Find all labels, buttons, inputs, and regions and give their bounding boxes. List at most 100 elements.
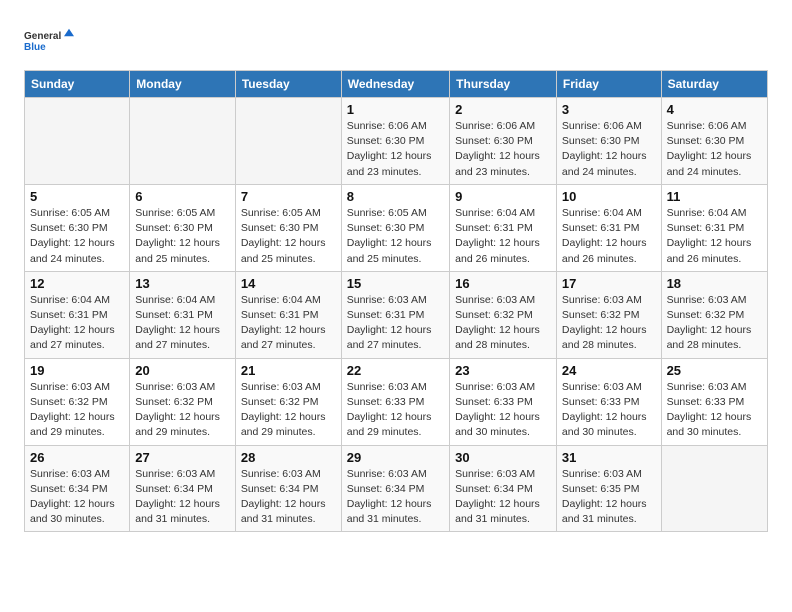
day-number: 24 [562, 363, 656, 378]
calendar-cell: 3Sunrise: 6:06 AM Sunset: 6:30 PM Daylig… [556, 98, 661, 185]
weekday-header-wednesday: Wednesday [341, 71, 449, 98]
calendar-cell: 2 Sunrise: 6:06 AM Sunset: 6:30 PM Daylig… [450, 98, 557, 185]
calendar-cell: 26Sunrise: 6:03 AM Sunset: 6:34 PM Dayli… [25, 445, 130, 532]
calendar-cell: 9 Sunrise: 6:04 AM Sunset: 6:31 PM Daylig… [450, 184, 557, 271]
calendar-cell [25, 98, 130, 185]
day-number: 10 [562, 189, 656, 204]
logo-icon: General Blue [24, 20, 74, 60]
day-number: 5 [30, 189, 124, 204]
day-number: 28 [241, 450, 336, 465]
calendar-cell: 22Sunrise: 6:03 AM Sunset: 6:33 PM Dayli… [341, 358, 449, 445]
calendar-cell: 31 Sunrise: 6:03 AM Sunset: 6:35 PM Dayli… [556, 445, 661, 532]
day-number: 16 [455, 276, 551, 291]
day-number: 25 [667, 363, 762, 378]
day-number: 30 [455, 450, 551, 465]
calendar-cell: 1 Sunrise: 6:06 AM Sunset: 6:30 PM Daylig… [341, 98, 449, 185]
calendar-cell: 24 Sunrise: 6:03 AM Sunset: 6:33 PM Dayli… [556, 358, 661, 445]
calendar-cell: 28 Sunrise: 6:03 AM Sunset: 6:34 PM Dayli… [235, 445, 341, 532]
calendar-cell [661, 445, 767, 532]
day-info: Sunrise: 6:03 AM Sunset: 6:33 PM Dayligh… [667, 380, 762, 441]
calendar-cell: 29 Sunrise: 6:03 AM Sunset: 6:34 PM Dayli… [341, 445, 449, 532]
day-number: 13 [135, 276, 230, 291]
weekday-header-sunday: Sunday [25, 71, 130, 98]
calendar-cell: 20 Sunrise: 6:03 AM Sunset: 6:32 PM Dayli… [130, 358, 236, 445]
calendar-cell: 13 Sunrise: 6:04 AM Sunset: 6:31 PM Dayli… [130, 271, 236, 358]
weekday-header-saturday: Saturday [661, 71, 767, 98]
weekday-header-row: SundayMondayTuesdayWednesdayThursdayFrid… [25, 71, 768, 98]
calendar-cell: 8 Sunrise: 6:05 AM Sunset: 6:30 PM Daylig… [341, 184, 449, 271]
day-number: 8 [347, 189, 444, 204]
day-number: 11 [667, 189, 762, 204]
day-info: Sunrise: 6:03 AM Sunset: 6:34 PM Dayligh… [30, 467, 124, 528]
calendar-cell: 27Sunrise: 6:03 AM Sunset: 6:34 PM Dayli… [130, 445, 236, 532]
day-number: 4 [667, 102, 762, 117]
day-info: Sunrise: 6:03 AM Sunset: 6:32 PM Dayligh… [562, 293, 656, 354]
day-info: Sunrise: 6:04 AM Sunset: 6:31 PM Dayligh… [241, 293, 336, 354]
day-info: Sunrise: 6:05 AM Sunset: 6:30 PM Dayligh… [30, 206, 124, 267]
calendar-cell: 12Sunrise: 6:04 AM Sunset: 6:31 PM Dayli… [25, 271, 130, 358]
calendar-cell: 14 Sunrise: 6:04 AM Sunset: 6:31 PM Dayli… [235, 271, 341, 358]
day-info: Sunrise: 6:04 AM Sunset: 6:31 PM Dayligh… [455, 206, 551, 267]
day-info: Sunrise: 6:03 AM Sunset: 6:32 PM Dayligh… [667, 293, 762, 354]
svg-text:Blue: Blue [24, 42, 46, 53]
calendar-cell: 4 Sunrise: 6:06 AM Sunset: 6:30 PM Daylig… [661, 98, 767, 185]
calendar-cell: 16Sunrise: 6:03 AM Sunset: 6:32 PM Dayli… [450, 271, 557, 358]
day-info: Sunrise: 6:03 AM Sunset: 6:34 PM Dayligh… [241, 467, 336, 528]
day-number: 9 [455, 189, 551, 204]
day-number: 15 [347, 276, 444, 291]
calendar-cell [235, 98, 341, 185]
day-info: Sunrise: 6:05 AM Sunset: 6:30 PM Dayligh… [241, 206, 336, 267]
day-number: 31 [562, 450, 656, 465]
day-info: Sunrise: 6:03 AM Sunset: 6:35 PM Dayligh… [562, 467, 656, 528]
weekday-header-monday: Monday [130, 71, 236, 98]
calendar-cell: 6 Sunrise: 6:05 AM Sunset: 6:30 PM Daylig… [130, 184, 236, 271]
day-number: 18 [667, 276, 762, 291]
calendar-week-row: 26Sunrise: 6:03 AM Sunset: 6:34 PM Dayli… [25, 445, 768, 532]
logo: General Blue [24, 20, 74, 60]
calendar-week-row: 12Sunrise: 6:04 AM Sunset: 6:31 PM Dayli… [25, 271, 768, 358]
day-info: Sunrise: 6:03 AM Sunset: 6:33 PM Dayligh… [455, 380, 551, 441]
day-number: 20 [135, 363, 230, 378]
day-number: 21 [241, 363, 336, 378]
day-number: 29 [347, 450, 444, 465]
calendar-week-row: 1 Sunrise: 6:06 AM Sunset: 6:30 PM Daylig… [25, 98, 768, 185]
calendar-cell: 18 Sunrise: 6:03 AM Sunset: 6:32 PM Dayli… [661, 271, 767, 358]
day-info: Sunrise: 6:05 AM Sunset: 6:30 PM Dayligh… [347, 206, 444, 267]
calendar-table: SundayMondayTuesdayWednesdayThursdayFrid… [24, 70, 768, 532]
day-info: Sunrise: 6:03 AM Sunset: 6:34 PM Dayligh… [455, 467, 551, 528]
day-number: 19 [30, 363, 124, 378]
calendar-cell: 15 Sunrise: 6:03 AM Sunset: 6:31 PM Dayli… [341, 271, 449, 358]
calendar-cell: 10 Sunrise: 6:04 AM Sunset: 6:31 PM Dayli… [556, 184, 661, 271]
day-number: 6 [135, 189, 230, 204]
calendar-cell: 23 Sunrise: 6:03 AM Sunset: 6:33 PM Dayli… [450, 358, 557, 445]
day-info: Sunrise: 6:06 AM Sunset: 6:30 PM Dayligh… [562, 119, 656, 180]
calendar-cell: 7 Sunrise: 6:05 AM Sunset: 6:30 PM Daylig… [235, 184, 341, 271]
weekday-header-friday: Friday [556, 71, 661, 98]
day-info: Sunrise: 6:06 AM Sunset: 6:30 PM Dayligh… [455, 119, 551, 180]
day-info: Sunrise: 6:03 AM Sunset: 6:31 PM Dayligh… [347, 293, 444, 354]
day-number: 1 [347, 102, 444, 117]
calendar-cell [130, 98, 236, 185]
day-number: 7 [241, 189, 336, 204]
day-info: Sunrise: 6:06 AM Sunset: 6:30 PM Dayligh… [667, 119, 762, 180]
calendar-cell: 11 Sunrise: 6:04 AM Sunset: 6:31 PM Dayli… [661, 184, 767, 271]
day-info: Sunrise: 6:03 AM Sunset: 6:34 PM Dayligh… [347, 467, 444, 528]
day-info: Sunrise: 6:05 AM Sunset: 6:30 PM Dayligh… [135, 206, 230, 267]
calendar-week-row: 5 Sunrise: 6:05 AM Sunset: 6:30 PM Daylig… [25, 184, 768, 271]
day-info: Sunrise: 6:06 AM Sunset: 6:30 PM Dayligh… [347, 119, 444, 180]
day-info: Sunrise: 6:03 AM Sunset: 6:34 PM Dayligh… [135, 467, 230, 528]
day-info: Sunrise: 6:03 AM Sunset: 6:33 PM Dayligh… [562, 380, 656, 441]
day-info: Sunrise: 6:04 AM Sunset: 6:31 PM Dayligh… [667, 206, 762, 267]
calendar-week-row: 19 Sunrise: 6:03 AM Sunset: 6:32 PM Dayli… [25, 358, 768, 445]
day-info: Sunrise: 6:03 AM Sunset: 6:32 PM Dayligh… [30, 380, 124, 441]
day-info: Sunrise: 6:03 AM Sunset: 6:32 PM Dayligh… [135, 380, 230, 441]
calendar-cell: 19 Sunrise: 6:03 AM Sunset: 6:32 PM Dayli… [25, 358, 130, 445]
svg-text:General: General [24, 31, 61, 42]
day-number: 14 [241, 276, 336, 291]
day-number: 2 [455, 102, 551, 117]
calendar-cell: 17 Sunrise: 6:03 AM Sunset: 6:32 PM Dayli… [556, 271, 661, 358]
day-info: Sunrise: 6:04 AM Sunset: 6:31 PM Dayligh… [135, 293, 230, 354]
day-number: 23 [455, 363, 551, 378]
day-number: 17 [562, 276, 656, 291]
day-info: Sunrise: 6:04 AM Sunset: 6:31 PM Dayligh… [562, 206, 656, 267]
